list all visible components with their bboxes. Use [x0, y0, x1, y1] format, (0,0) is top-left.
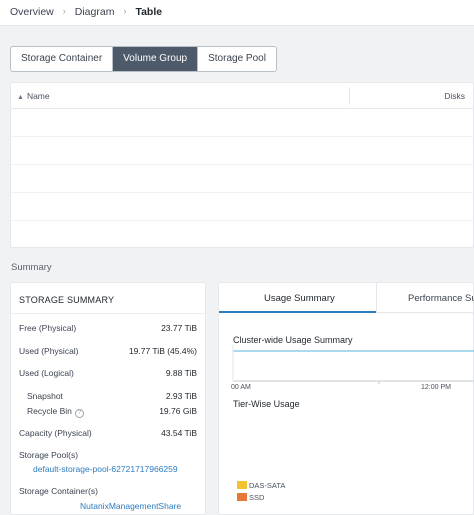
- storage-pools-label: Storage Pool(s): [19, 450, 79, 460]
- metric-recycle-bin: Recycle Bin? 19.76 GiB: [27, 406, 197, 418]
- divider: [11, 313, 205, 314]
- table-row: [11, 165, 473, 193]
- legend-swatch: [237, 481, 247, 489]
- sort-asc-icon: ▲: [17, 94, 24, 101]
- summary-section-label: Summary: [11, 262, 52, 273]
- legend-item-das-sata: DAS-SATA: [237, 481, 285, 490]
- tab-storage-pool[interactable]: Storage Pool: [198, 47, 276, 71]
- storage-summary-title: STORAGE SUMMARY: [19, 295, 115, 305]
- metric-value: 19.76 GiB: [159, 406, 197, 416]
- table-row: [11, 109, 473, 137]
- storage-container-link[interactable]: NutanixManagementShare: [80, 501, 181, 511]
- volume-group-table: ▲ Name Disks: [10, 82, 474, 248]
- tab-usage-summary[interactable]: Usage Summary: [264, 293, 335, 304]
- active-tab-indicator: [219, 311, 376, 313]
- storage-containers-label: Storage Container(s): [19, 486, 98, 496]
- metric-label: Snapshot: [27, 391, 63, 401]
- metric-used-physical: Used (Physical) 19.77 TiB (45.4%): [19, 346, 197, 356]
- storage-summary-card: STORAGE SUMMARY Free (Physical) 23.77 Ti…: [10, 282, 206, 515]
- column-header-disks[interactable]: Disks: [444, 91, 465, 101]
- chevron-right-icon: ›: [123, 6, 127, 16]
- view-nav: Overview › Diagram › Table: [0, 0, 474, 26]
- help-icon[interactable]: ?: [74, 409, 84, 418]
- metric-label: Used (Physical): [19, 346, 79, 356]
- metric-value: 9.88 TiB: [165, 368, 197, 378]
- legend-swatch: [237, 493, 247, 501]
- metric-label: Free (Physical): [19, 323, 77, 333]
- cluster-usage-chart: 00 AM 12:00 PM: [231, 345, 474, 391]
- metric-free-physical: Free (Physical) 23.77 TiB: [19, 323, 197, 333]
- usage-card: Usage Summary Performance Su Cluster-wid…: [218, 282, 474, 515]
- column-name-label: Name: [26, 91, 50, 101]
- storage-pool-link[interactable]: default-storage-pool-62721717966259: [33, 464, 178, 474]
- table-header: ▲ Name Disks: [11, 83, 473, 109]
- column-header-name[interactable]: ▲ Name: [17, 91, 50, 101]
- metric-value: 19.77 TiB (45.4%): [128, 346, 197, 356]
- tab-divider: [376, 283, 377, 313]
- metric-capacity: Capacity (Physical) 43.54 TiB: [19, 428, 197, 438]
- chevron-right-icon: ›: [62, 6, 66, 16]
- column-divider: [349, 87, 350, 105]
- nav-table[interactable]: Table: [135, 0, 162, 18]
- table-row: [11, 221, 473, 249]
- tab-volume-group[interactable]: Volume Group: [113, 47, 199, 71]
- legend-item-ssd: SSD: [237, 493, 264, 502]
- metric-label: Capacity (Physical): [19, 428, 92, 438]
- tier-wise-title: Tier-Wise Usage: [233, 399, 300, 409]
- tab-performance-summary[interactable]: Performance Su: [408, 293, 474, 304]
- nav-diagram[interactable]: Diagram: [75, 0, 115, 18]
- metric-label: Recycle Bin: [27, 406, 72, 416]
- metric-snapshot: Snapshot 2.93 TiB: [27, 391, 197, 401]
- legend-label: SSD: [249, 493, 265, 502]
- metric-label: Used (Logical): [19, 368, 74, 378]
- table-row: [11, 137, 473, 165]
- tab-storage-container[interactable]: Storage Container: [11, 47, 114, 71]
- metric-value: 43.54 TiB: [161, 428, 197, 438]
- metric-value: 23.77 TiB: [161, 323, 197, 333]
- metric-used-logical: Used (Logical) 9.88 TiB: [19, 368, 197, 378]
- legend-label: DAS-SATA: [249, 481, 286, 490]
- usage-tabs: Usage Summary Performance Su: [219, 283, 474, 313]
- nav-overview[interactable]: Overview: [10, 0, 54, 18]
- table-row: [11, 193, 473, 221]
- metric-value: 2.93 TiB: [165, 391, 197, 401]
- entity-type-switch: Storage Container Volume Group Storage P…: [10, 46, 277, 72]
- x-tick-label: 00 AM: [231, 384, 251, 391]
- x-tick-label: 12:00 PM: [421, 384, 451, 391]
